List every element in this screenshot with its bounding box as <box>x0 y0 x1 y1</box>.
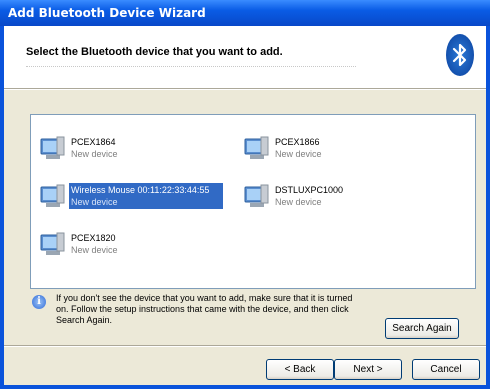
info-text: If you don't see the device that you wan… <box>56 293 353 325</box>
device-name: PCEX1820 <box>71 233 116 243</box>
device-list[interactable]: PCEX1864 New device PCEX1866 New device <box>30 114 476 289</box>
device-status: New device <box>71 197 118 207</box>
computer-icon <box>37 229 67 257</box>
cancel-button[interactable]: Cancel <box>412 359 480 380</box>
device-item-selected[interactable]: Wireless Mouse 00:11:22:33:44:55 New dev… <box>37 181 223 211</box>
computer-icon <box>241 181 271 209</box>
bluetooth-icon <box>446 34 474 76</box>
device-name: PCEX1864 <box>71 137 116 147</box>
device-item[interactable]: PCEX1866 New device <box>241 133 324 163</box>
device-name: PCEX1866 <box>275 137 320 147</box>
header-separator <box>4 89 486 90</box>
computer-icon <box>241 133 271 161</box>
device-status: New device <box>71 245 118 255</box>
search-again-button[interactable]: Search Again <box>385 318 459 339</box>
device-status: New device <box>71 149 118 159</box>
device-item[interactable]: PCEX1820 New device <box>37 229 120 259</box>
page-title: Select the Bluetooth device that you wan… <box>26 46 283 58</box>
computer-icon <box>37 181 67 209</box>
computer-icon <box>37 133 67 161</box>
back-button[interactable]: < Back <box>266 359 334 380</box>
device-status: New device <box>275 149 322 159</box>
device-item[interactable]: DSTLUXPC1000 New device <box>241 181 345 211</box>
title-bar[interactable]: Add Bluetooth Device Wizard <box>0 0 490 26</box>
footer-divider <box>4 345 486 347</box>
wizard-window: Add Bluetooth Device Wizard Select the B… <box>0 0 490 389</box>
header-panel: Select the Bluetooth device that you wan… <box>4 26 486 89</box>
device-name: Wireless Mouse 00:11:22:33:44:55 <box>71 185 210 195</box>
header-divider <box>26 62 356 67</box>
next-button[interactable]: Next > <box>334 359 402 380</box>
device-name: DSTLUXPC1000 <box>275 185 344 195</box>
device-status: New device <box>275 197 322 207</box>
info-icon: i <box>32 295 46 309</box>
device-item[interactable]: PCEX1864 New device <box>37 133 120 163</box>
window-title: Add Bluetooth Device Wizard <box>8 6 206 20</box>
